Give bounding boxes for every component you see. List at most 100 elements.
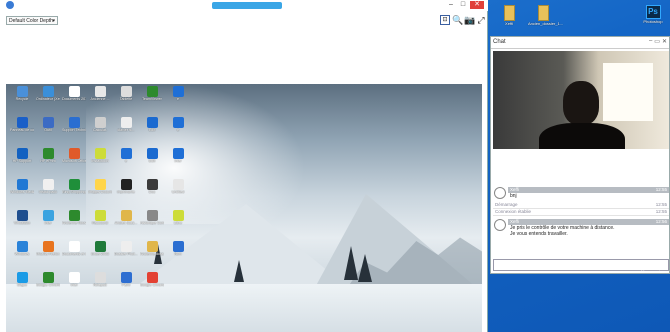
app-shortcut-icon	[42, 179, 54, 190]
remote-desktop-icon[interactable]: Ancien doss...	[114, 210, 138, 236]
chat-bottom-link[interactable]: Allumer notes...	[640, 269, 668, 274]
remote-desktop-icon[interactable]: e	[114, 148, 138, 174]
remote-desktop-icon[interactable]: Edit	[140, 148, 164, 174]
desktop-icon-label: Inter	[44, 221, 52, 225]
remote-desktop-icon[interactable]: Calculat.	[88, 117, 112, 143]
remote-desktop-icon[interactable]: Panneau de config	[10, 117, 34, 143]
app-shortcut-icon	[172, 210, 184, 221]
maximize-button[interactable]: □	[458, 1, 468, 9]
app-shortcut-icon	[42, 241, 54, 252]
remote-desktop-icon[interactable]: Windows	[10, 241, 34, 267]
remote-desktop-icon[interactable]: Inter	[36, 210, 60, 236]
host-desktop-icon-folder[interactable]: Xeffi	[494, 5, 524, 26]
remote-desktop-icon[interactable]: Intel	[62, 272, 86, 298]
restore-button[interactable]: ▭	[654, 38, 660, 45]
remote-desktop-icon[interactable]: Ancienne doss...	[140, 241, 164, 267]
chat-titlebar[interactable]: Chat – ▭ ✕	[491, 37, 669, 49]
remote-desktop-icon[interactable]: Inter	[166, 148, 190, 174]
app-shortcut-icon	[146, 241, 158, 252]
app-shortcut-icon	[42, 272, 54, 283]
remote-desktop-icon[interactable]: Ancienne Nouvelle	[62, 210, 86, 236]
video-feed[interactable]	[493, 51, 669, 149]
remote-desktop-icon[interactable]: Support Technique	[62, 117, 86, 143]
remote-desktop-icon[interactable]: Google Chrome	[140, 272, 164, 298]
desktop-icon-label: clavier fil...	[117, 128, 135, 132]
remote-desktop-icon[interactable]: clavier fil...	[114, 117, 138, 143]
minimize-button[interactable]: –	[446, 1, 456, 9]
remote-desktop-icon[interactable]: Notepad	[88, 272, 112, 298]
desktop-icon-label: Mozilla Firefox	[36, 252, 60, 256]
close-button[interactable]: ✕	[662, 38, 667, 45]
fit-screen-icon[interactable]: ⊡	[440, 15, 450, 25]
host-desktop-icon-photoshop[interactable]: Ps Photoshop	[638, 5, 668, 24]
remote-desktop-icon[interactable]: Dossier Phot...	[114, 241, 138, 267]
remote-desktop-icon[interactable]: Google Chrome	[36, 272, 60, 298]
app-shortcut-icon	[68, 86, 80, 97]
remote-desktop-icon[interactable]: Mozilla Firefox	[36, 241, 60, 267]
app-shortcut-icon	[68, 241, 80, 252]
host-desktop-icon-folder[interactable]: Ancien_dossier_1...	[528, 5, 563, 26]
app-shortcut-icon	[120, 117, 132, 128]
remote-desktop-icon[interactable]: Libre	[166, 210, 190, 236]
photoshop-icon: Ps	[645, 5, 661, 19]
remote-desktop-icon[interactable]: Doc	[140, 179, 164, 205]
remote-desktop-icon[interactable]: Outil	[36, 117, 60, 143]
viewer-titlebar[interactable]: – □ ✕	[0, 0, 488, 11]
desktop-icon-label: Notepad	[93, 283, 107, 287]
remote-desktop-icon[interactable]: Historique Connexio...	[140, 210, 164, 236]
remote-desktop-icon[interactable]: Paint	[114, 272, 138, 298]
remote-viewer-window: – □ ✕ Default Color Depth ▾ ⊡ 🔍 📷 ⤢ Recy…	[0, 0, 488, 332]
remote-desktop-icon[interactable]: e	[166, 117, 190, 143]
remote-desktop-icon[interactable]: Raccourci	[88, 210, 112, 236]
camera-icon[interactable]: 📷	[464, 15, 475, 25]
remote-desktop-icon[interactable]: Images Document	[88, 179, 112, 205]
message-time: 12:55	[655, 209, 667, 214]
remote-desktop-icon[interactable]: Recycle	[10, 86, 34, 112]
desktop-icon-label: imprimante	[117, 190, 135, 194]
minimize-button[interactable]: –	[649, 38, 652, 45]
remote-desktop-icon[interactable]: Documents 2017	[62, 86, 86, 112]
remote-desktop-icon[interactable]: TeamViewer	[140, 86, 164, 112]
chevron-down-icon: ▾	[52, 18, 55, 24]
remote-desktop-icon[interactable]: Install pack	[36, 179, 60, 205]
remote-desktop-icon[interactable]: e	[166, 86, 190, 112]
remote-desktop-icon[interactable]: HP Support	[10, 148, 34, 174]
remote-desktop-icon[interactable]: Excel 2013	[88, 241, 112, 267]
expand-icon[interactable]: ⤢	[476, 15, 486, 25]
search-icon[interactable]: 🔍	[452, 15, 463, 25]
desktop-icon-label: Ancienne Nouvelle	[62, 221, 86, 225]
desktop-icon-label: Skype	[17, 283, 27, 287]
remote-desktop-icon[interactable]: imprimante	[114, 179, 138, 205]
user-avatar-icon	[494, 219, 506, 231]
close-button[interactable]: ✕	[470, 1, 484, 9]
app-shortcut-icon	[120, 148, 132, 159]
remote-desktop-icon[interactable]: Nom	[166, 241, 190, 267]
remote-desktop-icon[interactable]: Microsoft Office 2013	[62, 148, 86, 174]
system-message: Connexion établie 12:55	[493, 209, 669, 216]
remote-desktop-icon[interactable]: Untitled	[166, 179, 190, 205]
wallpaper-tree	[344, 246, 358, 280]
remote-desktop-icon[interactable]: Edit	[140, 117, 164, 143]
color-depth-value: Default Color Depth	[9, 18, 53, 24]
desktop-icon-label: Documents 2017	[62, 97, 86, 101]
remote-desktop-icon[interactable]: Skype	[10, 272, 34, 298]
remote-desktop-icon[interactable]: Installation	[88, 148, 112, 174]
desktop-icon-label: Dossier Phot...	[114, 252, 138, 256]
app-shortcut-icon	[94, 179, 106, 190]
remote-desktop-icon[interactable]: Windows Media	[10, 179, 34, 205]
desktop-icon-label: Installation	[91, 159, 109, 163]
remote-desktop-icon[interactable]: Documents et mes d...	[62, 241, 86, 267]
message-header: Xeffi 12:55	[508, 187, 669, 193]
viewer-title-highlight	[212, 2, 282, 9]
remote-desktop-icon[interactable]: Ordinateur (Xeffi)	[36, 86, 60, 112]
desktop-icon-label: Tablette	[119, 97, 133, 101]
chat-title: Chat	[493, 39, 506, 45]
remote-desktop-icon[interactable]: Bing Shopping	[62, 179, 86, 205]
remote-desktop-icon[interactable]: Ancienne ...	[88, 86, 112, 112]
remote-desktop-icon[interactable]: HP ePrint	[36, 148, 60, 174]
desktop-icon-label: Untitled	[171, 190, 185, 194]
remote-desktop-screen[interactable]: Recycle Ordinateur (Xeffi)Documents 2017 A…	[6, 84, 482, 332]
remote-desktop-icon[interactable]: Tablette	[114, 86, 138, 112]
color-depth-select[interactable]: Default Color Depth ▾	[6, 16, 58, 25]
remote-desktop-icon[interactable]: VirtualBox	[10, 210, 34, 236]
